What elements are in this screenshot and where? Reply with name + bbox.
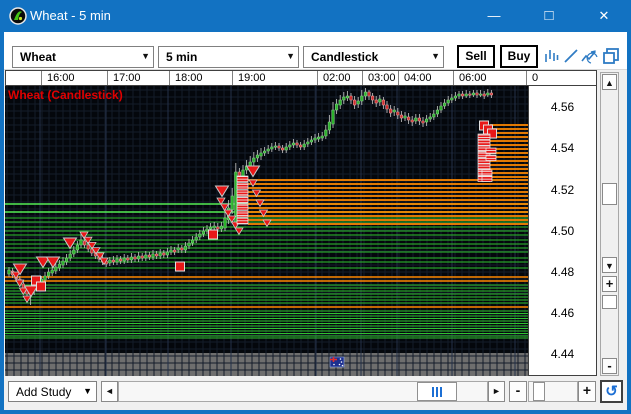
horizontal-zoom-slider[interactable] <box>528 381 578 402</box>
sell-button[interactable]: Sell <box>457 45 495 68</box>
chevron-down-icon: ▼ <box>141 51 150 61</box>
bottom-toolbar: Add Study ▼ ◄ ► - + ↺ <box>4 378 627 406</box>
app-window: Wheat - 5 min — □ ✕ Wheat ▼ 5 min ▼ Cand… <box>0 0 631 414</box>
chart-type-value: Candlestick <box>311 50 378 64</box>
time-axis-tick <box>41 71 42 86</box>
time-axis-label: 03:00 <box>368 72 396 84</box>
vertical-zoom-out-button[interactable]: - <box>602 358 617 374</box>
chevron-down-icon: ▼ <box>286 51 295 61</box>
titlebar: Wheat - 5 min — □ ✕ <box>0 0 631 32</box>
interval-dropdown[interactable]: 5 min ▼ <box>158 46 299 68</box>
refresh-button[interactable]: ↺ <box>600 380 623 403</box>
chart-plot-area[interactable]: Wheat (Candlestick) <box>5 86 528 376</box>
bar-chart-icon[interactable] <box>542 47 560 65</box>
time-axis-label: 17:00 <box>113 72 141 84</box>
minimize-button[interactable]: — <box>471 0 517 32</box>
close-button[interactable]: ✕ <box>581 0 627 32</box>
vertical-scrollbar[interactable]: ▲ ▼ + - <box>600 72 619 376</box>
scroll-down-button[interactable]: ▼ <box>602 257 617 273</box>
duplicate-window-icon[interactable] <box>602 47 620 65</box>
price-axis-label: 4.46 <box>529 306 596 320</box>
price-axis-label: 4.52 <box>529 183 596 197</box>
time-axis: 16:00 17:00 18:00 19:00 02:00 03:00 04:00 06:00… <box>5 70 597 86</box>
time-axis-tick <box>169 71 170 86</box>
time-axis-tick <box>453 71 454 86</box>
add-study-label: Add Study <box>16 385 71 399</box>
scroll-left-button[interactable]: ◄ <box>101 381 118 402</box>
chart-series-label: Wheat (Candlestick) <box>8 88 123 102</box>
australia-flag <box>330 357 344 367</box>
time-axis-tick <box>107 71 108 86</box>
horizontal-scrollbar[interactable] <box>118 381 488 402</box>
chart-type-dropdown[interactable]: Candlestick ▼ <box>303 46 444 68</box>
price-axis-label: 4.44 <box>529 347 596 361</box>
chevron-down-icon: ▼ <box>83 386 92 396</box>
trendline-icon[interactable] <box>562 47 580 65</box>
scroll-up-button[interactable]: ▲ <box>602 74 617 90</box>
horizontal-zoom-out-button[interactable]: - <box>509 381 527 402</box>
horizontal-zoom-thumb[interactable] <box>533 382 545 401</box>
study-chart-icon[interactable] <box>580 47 598 65</box>
time-axis-label: 18:00 <box>175 72 203 84</box>
chart-canvas[interactable] <box>5 86 528 376</box>
symbol-value: Wheat <box>20 50 56 64</box>
app-logo-icon <box>9 7 27 25</box>
horizontal-zoom-in-button[interactable]: + <box>578 381 596 402</box>
vertical-zoom-in-button[interactable]: + <box>602 276 617 292</box>
time-axis-tick <box>232 71 233 86</box>
time-axis-label: 04:00 <box>404 72 432 84</box>
window-title: Wheat - 5 min <box>30 8 111 23</box>
time-axis-label: 0 <box>532 72 538 84</box>
price-axis-label: 4.56 <box>529 100 596 114</box>
add-study-dropdown[interactable]: Add Study ▼ <box>8 381 97 402</box>
time-axis-label: 19:00 <box>238 72 266 84</box>
time-axis-tick <box>526 71 527 86</box>
time-axis-label: 06:00 <box>459 72 487 84</box>
maximize-button[interactable]: □ <box>526 0 572 32</box>
symbol-dropdown[interactable]: Wheat ▼ <box>12 46 154 68</box>
buy-button[interactable]: Buy <box>500 45 538 68</box>
time-axis-tick <box>317 71 318 86</box>
chevron-down-icon: ▼ <box>431 51 440 61</box>
vertical-scroll-thumb[interactable] <box>602 183 617 205</box>
price-axis: 4.56 4.54 4.52 4.50 4.48 4.46 4.44 <box>528 86 597 376</box>
price-axis-label: 4.54 <box>529 141 596 155</box>
time-axis-label: 02:00 <box>323 72 351 84</box>
horizontal-scroll-thumb[interactable] <box>417 382 457 401</box>
interval-value: 5 min <box>166 50 197 64</box>
time-axis-tick <box>398 71 399 86</box>
vertical-zoom-thumb[interactable] <box>602 295 617 309</box>
scroll-right-button[interactable]: ► <box>488 381 505 402</box>
price-axis-label: 4.50 <box>529 224 596 238</box>
price-axis-label: 4.48 <box>529 265 596 279</box>
time-axis-label: 16:00 <box>47 72 75 84</box>
time-axis-tick <box>362 71 363 86</box>
